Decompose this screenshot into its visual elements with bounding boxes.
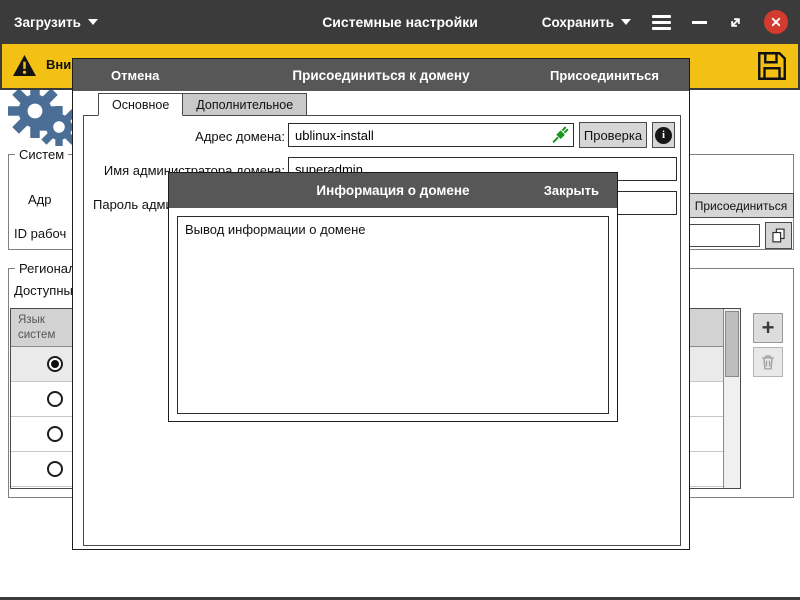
info-dialog-header: Информация о домене Закрыть [169, 173, 617, 208]
bg-join-button[interactable]: Присоединиться [688, 193, 794, 218]
chevron-down-icon [621, 19, 631, 25]
minimize-icon [692, 21, 707, 24]
radio-button[interactable] [47, 356, 63, 372]
copy-button[interactable] [765, 222, 792, 249]
chevron-down-icon [88, 19, 98, 25]
save-dropdown-label: Сохранить [542, 15, 614, 30]
trash-icon [759, 353, 777, 371]
scrollbar-thumb[interactable] [725, 311, 739, 377]
info-icon [655, 127, 672, 144]
table-scrollbar[interactable] [723, 309, 740, 488]
check-button[interactable]: Проверка [579, 122, 647, 148]
topbar: Системные настройки Загрузить Сохранить [0, 0, 800, 44]
radio-button[interactable] [47, 391, 63, 407]
warning-icon [12, 54, 37, 77]
workstation-id-input[interactable] [688, 224, 760, 247]
add-language-button[interactable] [753, 313, 783, 343]
remove-language-button[interactable] [753, 347, 783, 377]
cancel-button[interactable]: Отмена [111, 59, 159, 91]
address-label: Адр [28, 192, 52, 207]
tab-basic[interactable]: Основное [98, 93, 183, 116]
info-button[interactable] [652, 122, 675, 148]
admin-password-label: Пароль админ [93, 197, 180, 212]
load-dropdown[interactable]: Загрузить [14, 0, 98, 44]
floppy-icon [754, 48, 790, 84]
hamburger-icon [652, 15, 671, 18]
domain-address-label: Адрес домена: [93, 129, 285, 144]
domain-address-input[interactable] [288, 123, 574, 147]
tab-bar: Основное Дополнительное [98, 93, 307, 116]
workstation-id-label: ID рабоч [14, 226, 66, 241]
system-group-label: Систем [15, 146, 68, 163]
domain-info-output: Вывод информации о домене [177, 216, 609, 414]
close-icon [768, 14, 784, 30]
available-languages-label: Доступны [14, 283, 73, 298]
save-dropdown[interactable]: Сохранить [542, 15, 631, 30]
minimize-button[interactable] [692, 21, 707, 24]
expand-icon [726, 13, 745, 32]
expand-button[interactable] [726, 13, 745, 32]
domain-info-dialog: Информация о домене Закрыть Вывод информ… [168, 172, 618, 422]
close-button[interactable] [764, 10, 788, 34]
regional-group-label: Регионал [15, 260, 80, 277]
topbar-actions: Сохранить [542, 0, 788, 44]
load-dropdown-label: Загрузить [14, 15, 81, 30]
radio-button[interactable] [47, 461, 63, 477]
save-file-button[interactable] [752, 46, 792, 86]
connection-plug-icon [551, 126, 569, 144]
close-info-button[interactable]: Закрыть [544, 173, 599, 208]
join-button[interactable]: Присоединиться [550, 59, 659, 91]
plus-icon [762, 317, 775, 339]
join-dialog-header: Присоединиться к домену Отмена Присоедин… [73, 59, 689, 91]
menu-button[interactable] [650, 13, 673, 32]
tab-advanced[interactable]: Дополнительное [183, 93, 307, 116]
copy-icon [770, 227, 787, 244]
radio-button[interactable] [47, 426, 63, 442]
